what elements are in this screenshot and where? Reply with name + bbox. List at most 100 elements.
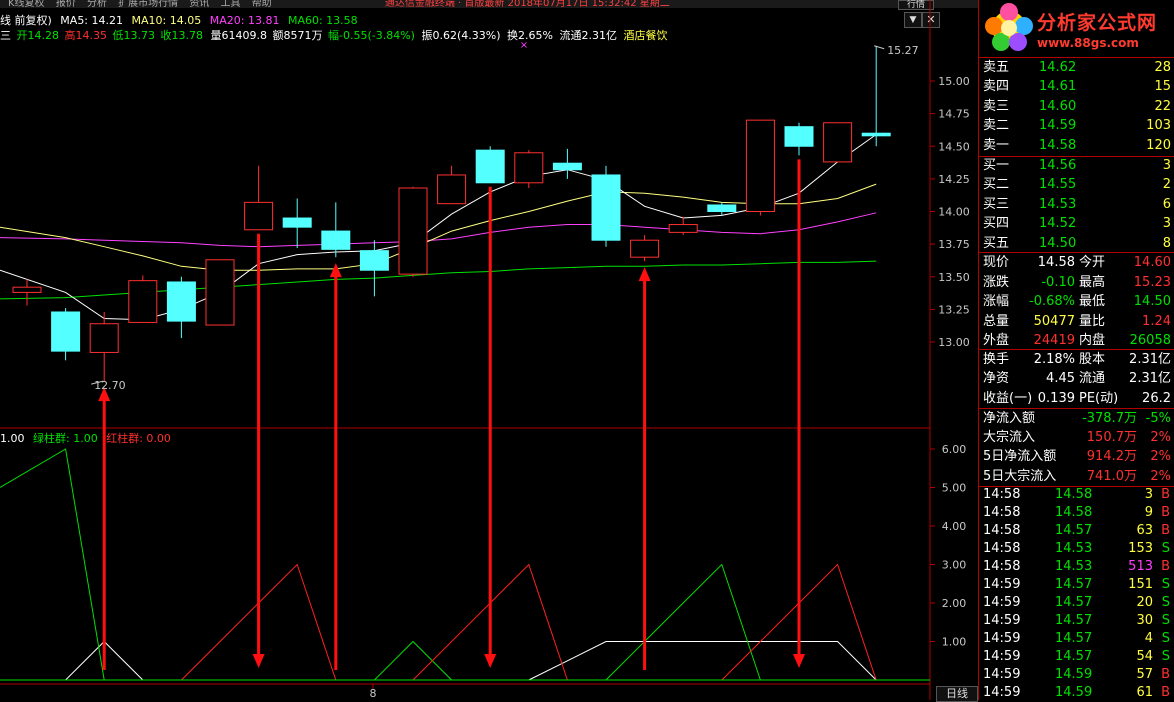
trade-volume: 153 [1128,541,1153,556]
candle-body [630,239,660,258]
ask-row: 卖二 14.59 103 [979,116,1174,135]
cursor-mark: × [520,40,528,51]
signal-arrow [638,267,651,670]
trade-side: S [1161,649,1170,664]
logo-url[interactable]: www.88gs.com [1037,36,1139,50]
stat-value: 14.50 [1133,294,1171,310]
trade-price: 14.57 [1055,523,1093,538]
flow-label: 大宗流入 [983,430,1036,446]
fund-value: 2.18% [1033,352,1075,367]
stat-row: 现价 14.58 今开 14.60 [979,253,1174,272]
trade-price: 14.58 [1055,505,1093,520]
bid-volume: 3 [1162,216,1171,232]
trade-time: 14:58 [983,541,1021,556]
candle-body [437,174,467,205]
flow-value: 741.0万 [1086,468,1137,484]
trade-price: 14.57 [1055,631,1093,646]
trade-row: 14:58 14.57 63 B [979,522,1174,540]
high-price-label: 15.27 [887,44,919,57]
arrow-up-icon [638,267,651,282]
candle-body [668,224,698,233]
candle [205,259,235,326]
stat-value: 50477 [1033,313,1075,329]
low-price-label: 12.70 [94,379,126,392]
stat-row: 总量 50477 量比 1.24 [979,312,1174,331]
trade-price: 14.53 [1055,559,1093,574]
stat-value: 14.58 [1037,255,1075,270]
trade-row: 14:59 14.57 4 S [979,630,1174,648]
candle-body [745,119,775,212]
indicator-tick-label: 5.00 [942,482,967,495]
ask-row: 卖四 14.61 15 [979,77,1174,96]
bid-label: 买三 [983,196,1010,212]
stat-row: 外盘 24419 内盘 26058 [979,331,1174,350]
indicator-prefix: 1.00 [0,432,25,445]
stat-label: 涨幅 [983,294,1010,310]
trade-volume: 4 [1144,631,1153,646]
candle [475,146,505,184]
trade-price: 14.58 [1055,487,1093,502]
candle [514,150,544,189]
trade-side: B [1161,559,1170,574]
ask-price: 14.61 [1039,79,1077,95]
candle [745,119,775,216]
ma20-line [0,212,877,248]
trade-side: B [1161,523,1170,538]
price-tick-label: 13.25 [938,303,970,316]
candle-body [166,281,196,322]
bid-label: 买四 [983,216,1010,232]
indicator-green-line [605,563,761,681]
trade-side: S [1161,631,1170,646]
ask-volume: 15 [1154,79,1171,95]
indicator-legend: 1.00 绿柱群: 1.00 红柱群: 0.00 [0,430,176,446]
trade-row: 14:58 14.53 153 S [979,540,1174,558]
trade-row: 14:59 14.57 20 S [979,594,1174,612]
signal-arrow [793,159,805,668]
flow-row: 5日大宗流入 741.0万 2% [979,467,1174,486]
fund-label: 换手 [983,352,1010,367]
flow-row: 净流入额 -378.7万 -5% [979,409,1174,428]
price-tick-label: 14.25 [938,173,970,186]
fund-value: 0.139 [1037,390,1075,406]
price-tick-label: 14.00 [938,206,970,219]
trade-volume: 9 [1144,505,1153,520]
flow-percent: 2% [1150,449,1171,465]
candle [591,165,621,247]
ask-price: 14.58 [1039,137,1077,153]
fund-label: PE(动) [1079,390,1119,406]
fund-label: 流通 [1079,371,1106,387]
ask-volume: 22 [1154,98,1171,114]
candle-body [514,152,544,184]
indicator-tick-label: 2.00 [942,597,967,610]
price-tick-label: 14.75 [938,108,970,121]
indicator-tick-label: 4.00 [942,520,967,533]
trade-price: 14.57 [1055,613,1093,628]
stat-row: 涨跌 -0.10 最高 15.23 [979,273,1174,292]
bid-price: 14.56 [1039,158,1077,173]
arrow-down-icon [484,654,497,668]
trade-volume: 3 [1144,487,1153,502]
flow-row: 5日净流入额 914.2万 2% [979,447,1174,466]
price-tick-label: 13.50 [938,271,970,284]
kline-chart[interactable]: 15.00 14.75 14.50 14.25 14.00 13.75 13.50 13.25… [0,0,978,700]
trade-side: B [1161,505,1170,520]
bid-row: 买四 14.52 3 [979,214,1174,233]
stat-label: 现价 [983,255,1010,270]
trade-volume: 63 [1136,523,1153,538]
price-tick-label: 14.50 [938,140,970,153]
candle-body [475,149,505,184]
trade-price: 14.59 [1055,685,1093,700]
trade-side: S [1161,613,1170,628]
candle-body [321,230,351,250]
candle-body [359,250,389,271]
fund-label: 收益(一) [983,390,1033,406]
red-group-label: 红柱群: 0.00 [106,432,171,445]
ask-volume: 28 [1154,60,1171,75]
candle-body [51,311,81,352]
green-group-label: 绿柱群: 1.00 [33,432,98,445]
arrow-down-icon [793,654,805,668]
bid-volume: 6 [1162,196,1171,212]
signal-arrow [329,263,342,670]
trade-time: 14:58 [983,505,1021,520]
indicator-white-line [528,641,877,681]
